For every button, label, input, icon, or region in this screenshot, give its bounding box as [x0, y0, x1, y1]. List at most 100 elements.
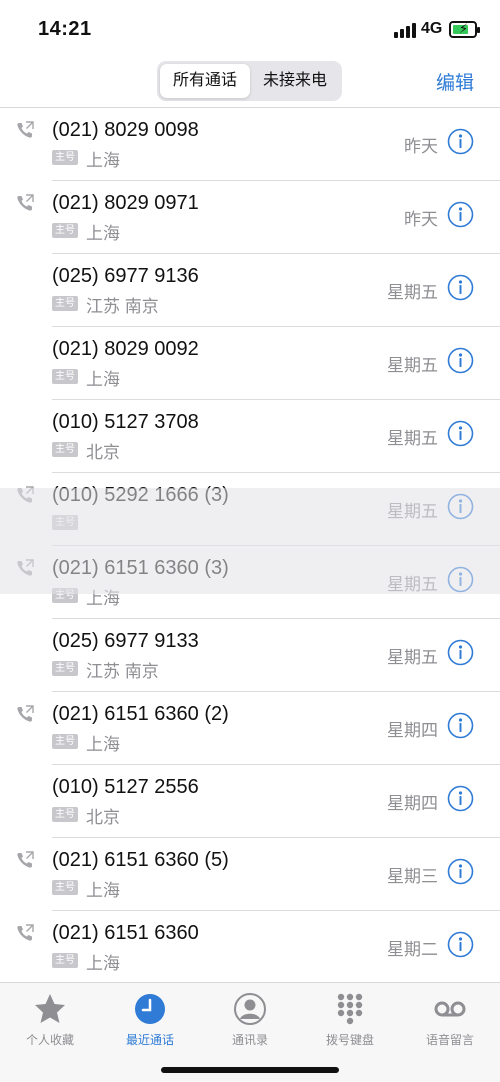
edit-button[interactable]: 编辑: [436, 68, 474, 95]
tab-label: 通讯录: [231, 1033, 268, 1047]
call-row[interactable]: (021) 6151 6360 (3) 主号 上海 星期五: [0, 546, 500, 619]
tab-contacts[interactable]: 通讯录: [200, 991, 300, 1048]
network-label: 4G: [421, 20, 443, 37]
outgoing-call-icon: [15, 120, 35, 140]
status-bar: 14:21 4G ⚡: [0, 0, 500, 58]
call-number: (021) 6151 6360 (3): [52, 557, 229, 579]
outgoing-call-icon: [15, 558, 35, 578]
call-day: 星期二: [387, 940, 438, 959]
segment-missed-calls[interactable]: 未接来电: [250, 64, 340, 98]
call-location: 上海: [86, 370, 120, 389]
outgoing-call-icon: [15, 704, 35, 724]
tab-label: 拨号键盘: [325, 1033, 374, 1047]
info-icon[interactable]: [447, 201, 474, 228]
call-row[interactable]: (025) 6977 9136 主号 江苏 南京 星期五: [0, 254, 500, 327]
call-day: 星期四: [387, 794, 438, 813]
primary-number-tag: 主号: [52, 953, 78, 968]
call-location: 上海: [86, 589, 120, 608]
call-number: (010) 5127 2556: [52, 776, 199, 798]
call-day: 星期三: [387, 867, 438, 886]
call-day: 星期五: [387, 648, 438, 667]
tab-recents[interactable]: 最近通话: [100, 991, 200, 1048]
tab-label: 个人收藏: [25, 1033, 74, 1047]
tab-favorites[interactable]: 个人收藏: [0, 991, 100, 1048]
call-number: (010) 5127 3708: [52, 411, 199, 433]
call-number: (021) 6151 6360 (2): [52, 703, 229, 725]
call-location: 上海: [86, 954, 120, 973]
contacts-icon: [234, 993, 266, 1025]
primary-number-tag: 主号: [52, 588, 78, 603]
tab-keypad[interactable]: 拨号键盘: [300, 991, 400, 1048]
info-icon[interactable]: [447, 347, 474, 374]
call-day: 星期五: [387, 429, 438, 448]
info-icon[interactable]: [447, 712, 474, 739]
call-row[interactable]: (021) 6151 6360 主号 上海 星期二: [0, 911, 500, 984]
call-day: 昨天: [404, 137, 438, 156]
call-row[interactable]: (010) 5127 3708 主号 北京 星期五: [0, 400, 500, 473]
call-number: (021) 6151 6360 (5): [52, 849, 229, 871]
primary-number-tag: 主号: [52, 369, 78, 384]
call-row[interactable]: (025) 6977 9133 主号 江苏 南京 星期五: [0, 619, 500, 692]
info-icon[interactable]: [447, 128, 474, 155]
outgoing-call-icon: [15, 485, 35, 505]
star-icon: [35, 994, 65, 1023]
nav-bar: 所有通话 未接来电 编辑: [0, 58, 500, 108]
info-icon[interactable]: [447, 858, 474, 885]
info-icon[interactable]: [447, 420, 474, 447]
call-row[interactable]: (021) 8029 0971 主号 上海 昨天: [0, 181, 500, 254]
call-day: 星期五: [387, 356, 438, 375]
call-row[interactable]: (021) 6151 6360 (5) 主号 上海 星期三: [0, 838, 500, 911]
tab-voicemail[interactable]: 语音留言: [400, 991, 500, 1048]
call-day: 昨天: [404, 210, 438, 229]
call-number: (021) 8029 0092: [52, 338, 199, 360]
call-location: 江苏 南京: [86, 297, 159, 316]
outgoing-call-icon: [15, 850, 35, 870]
call-number: (025) 6977 9133: [52, 630, 199, 652]
status-time: 14:21: [38, 18, 92, 40]
primary-number-tag: 主号: [52, 807, 78, 822]
call-row[interactable]: (021) 6151 6360 (2) 主号 上海 星期四: [0, 692, 500, 765]
segment-all-calls[interactable]: 所有通话: [160, 64, 250, 98]
primary-number-tag: 主号: [52, 734, 78, 749]
info-icon[interactable]: [447, 566, 474, 593]
call-row[interactable]: (021) 8029 0098 主号 上海 昨天: [0, 108, 500, 181]
primary-number-tag: 主号: [52, 661, 78, 676]
info-icon[interactable]: [447, 931, 474, 958]
call-location: 江苏 南京: [86, 662, 159, 681]
info-icon[interactable]: [447, 785, 474, 812]
info-icon[interactable]: [447, 639, 474, 666]
primary-number-tag: 主号: [52, 223, 78, 238]
calls-filter-segmented-control: 所有通话 未接来电: [157, 61, 342, 101]
call-day: 星期五: [387, 575, 438, 594]
call-number: (021) 8029 0098: [52, 119, 199, 141]
call-number: (021) 8029 0971: [52, 192, 199, 214]
info-icon[interactable]: [447, 493, 474, 520]
outgoing-call-icon: [15, 193, 35, 213]
tab-label: 最近通话: [125, 1033, 174, 1047]
primary-number-tag: 主号: [52, 515, 78, 530]
voicemail-icon: [434, 1001, 466, 1017]
call-day: 星期五: [387, 502, 438, 521]
call-location: 北京: [86, 443, 120, 462]
primary-number-tag: 主号: [52, 880, 78, 895]
call-day: 星期五: [387, 283, 438, 302]
call-row[interactable]: (010) 5292 1666 (3) 主号 星期五: [0, 473, 500, 546]
tab-label: 语音留言: [425, 1033, 474, 1047]
call-location: 上海: [86, 881, 120, 900]
call-day: 星期四: [387, 721, 438, 740]
call-location: 北京: [86, 808, 120, 827]
primary-number-tag: 主号: [52, 150, 78, 165]
call-location: 上海: [86, 151, 120, 170]
call-row[interactable]: (010) 5127 2556 主号 北京 星期四: [0, 765, 500, 838]
call-row[interactable]: (021) 8029 0092 主号 上海 星期五: [0, 327, 500, 400]
primary-number-tag: 主号: [52, 296, 78, 311]
home-indicator: [161, 1067, 339, 1073]
call-location: 上海: [86, 224, 120, 243]
battery-icon: ⚡: [449, 21, 480, 38]
info-icon[interactable]: [447, 274, 474, 301]
call-location: 上海: [86, 735, 120, 754]
call-number: (025) 6977 9136: [52, 265, 199, 287]
primary-number-tag: 主号: [52, 442, 78, 457]
call-number: (021) 6151 6360: [52, 922, 199, 944]
call-number: (010) 5292 1666 (3): [52, 484, 229, 506]
